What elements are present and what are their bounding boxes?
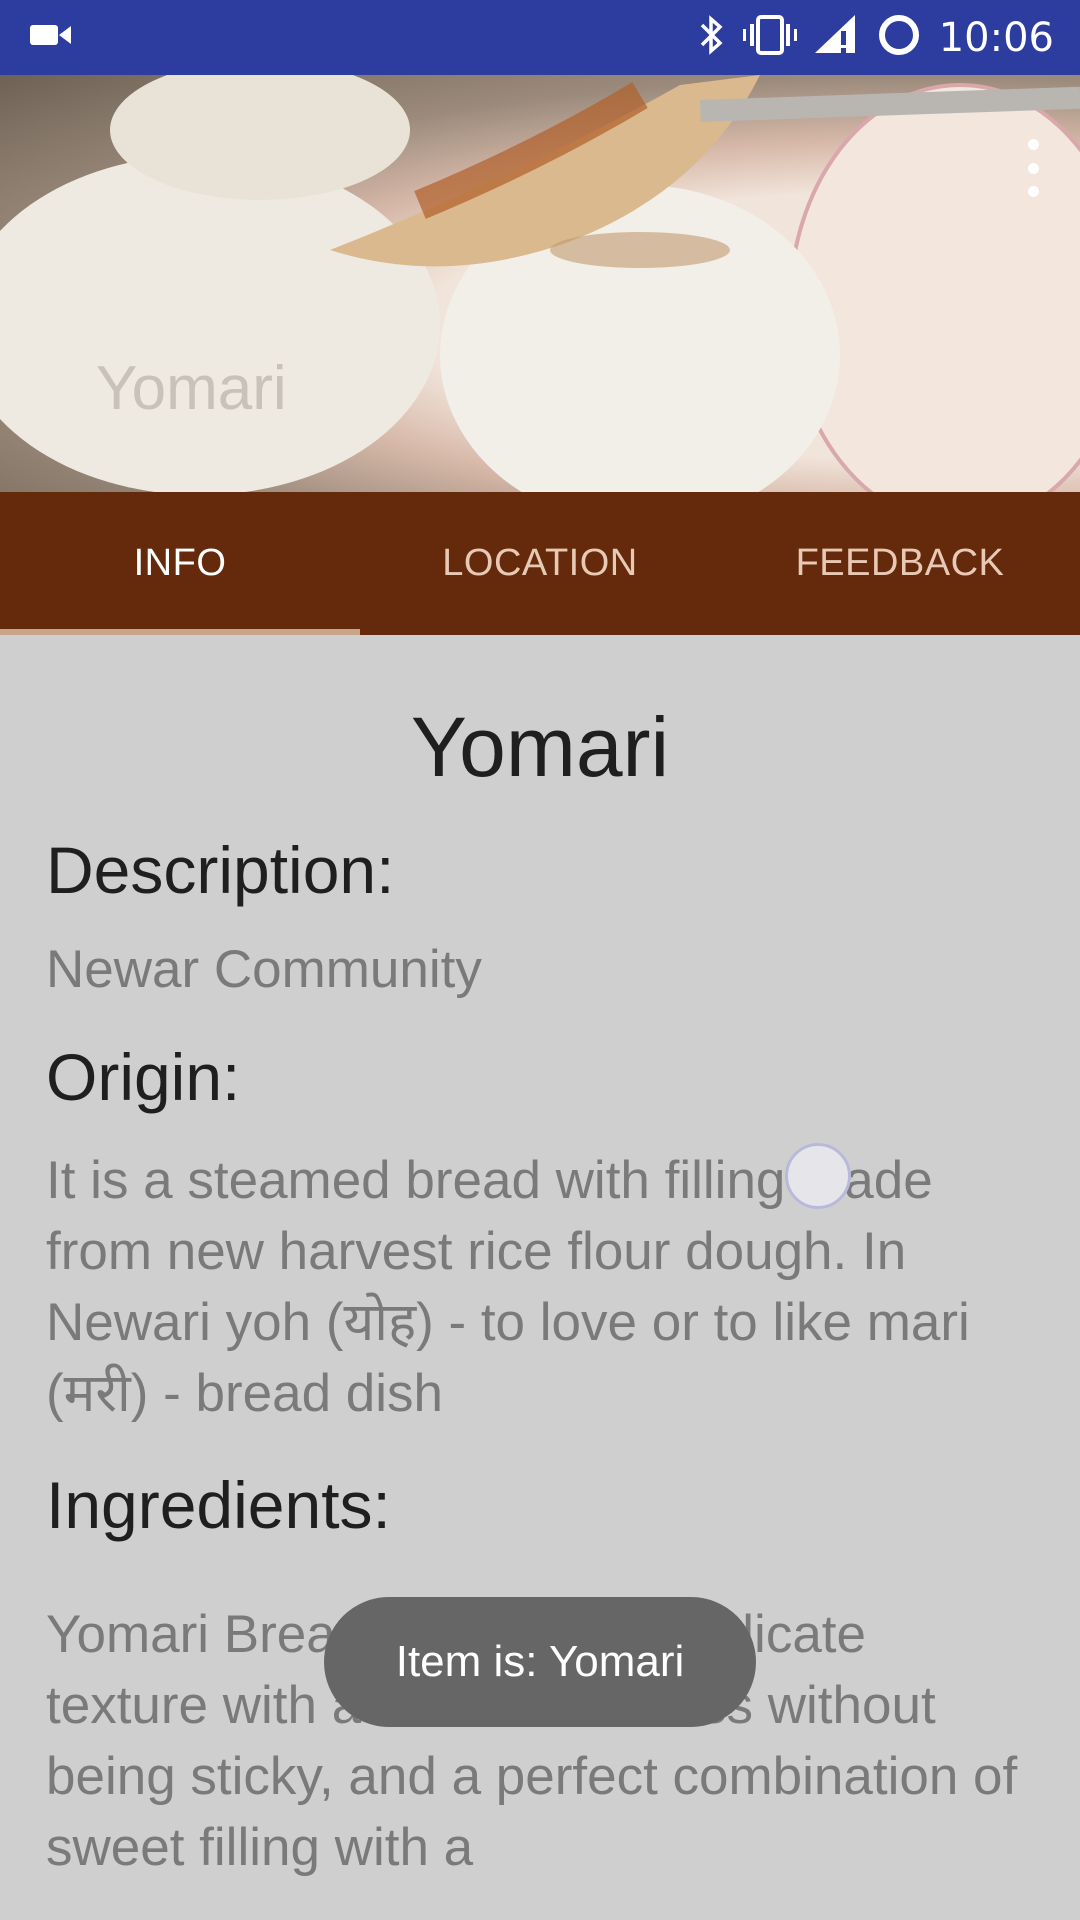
hero-title: Yomari xyxy=(96,354,287,423)
status-bar: 10:06 xyxy=(0,0,1080,75)
video-camera-icon xyxy=(30,22,72,53)
tab-info[interactable]: INFO xyxy=(0,492,360,635)
description-heading: Description: xyxy=(46,833,395,907)
tab-location[interactable]: LOCATION xyxy=(360,492,720,635)
description-text: Newar Community xyxy=(46,940,482,999)
dish-title: Yomari xyxy=(410,700,670,794)
sync-icon xyxy=(877,13,921,62)
dumplings-illustration xyxy=(0,75,1080,492)
ingredients-heading: Ingredients: xyxy=(46,1468,391,1542)
status-icons: 10:06 xyxy=(699,13,1054,62)
origin-text: It is a steamed bread with filling made … xyxy=(46,1151,970,1423)
status-time: 10:06 xyxy=(938,14,1054,61)
info-content: Yomari Description: Newar Community Orig… xyxy=(0,635,1080,1920)
tab-feedback[interactable]: FEEDBACK xyxy=(720,492,1080,635)
bluetooth-icon xyxy=(699,15,725,60)
more-vert-icon[interactable] xyxy=(1020,133,1046,203)
origin-heading: Origin: xyxy=(46,1040,241,1114)
signal-icon xyxy=(814,15,859,60)
vibrate-icon xyxy=(742,15,797,60)
dish-hero-image: Yomari xyxy=(0,75,1080,492)
toast-message: Item is: Yomari xyxy=(324,1597,756,1727)
tab-bar: INFO LOCATION FEEDBACK xyxy=(0,492,1080,635)
touch-indicator xyxy=(785,1143,851,1209)
